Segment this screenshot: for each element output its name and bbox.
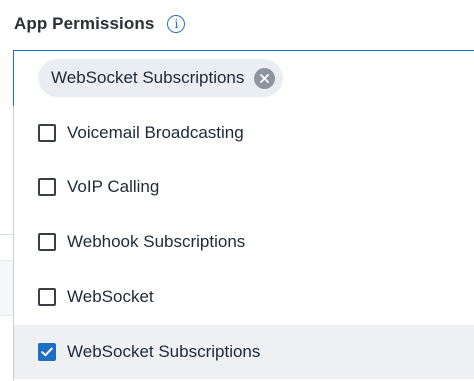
option-voicemail-broadcasting[interactable]: Voicemail Broadcasting	[14, 106, 474, 160]
x-glyph	[260, 73, 270, 83]
checkbox-unchecked-icon[interactable]	[38, 178, 56, 196]
option-webhook-subscriptions[interactable]: Webhook Subscriptions	[14, 215, 474, 269]
background-field	[0, 260, 14, 316]
checkbox-unchecked-icon[interactable]	[38, 124, 56, 142]
permissions-multiselect[interactable]: WebSocket Subscriptions	[13, 50, 474, 106]
option-label: Voicemail Broadcasting	[67, 123, 244, 142]
option-websocket-subscriptions[interactable]: WebSocket Subscriptions	[14, 325, 474, 379]
checkbox-unchecked-icon[interactable]	[38, 288, 56, 306]
chip-label: WebSocket Subscriptions	[51, 68, 245, 87]
option-label: WebSocket Subscriptions	[67, 342, 261, 361]
option-voip-calling[interactable]: VoIP Calling	[14, 160, 474, 214]
checkbox-unchecked-icon[interactable]	[38, 233, 56, 251]
field-header: App Permissions i	[14, 12, 186, 36]
option-label: WebSocket	[67, 287, 154, 306]
info-icon[interactable]: i	[167, 15, 186, 33]
checkbox-checked-icon[interactable]	[38, 343, 56, 361]
option-websocket[interactable]: WebSocket	[14, 270, 474, 324]
background-divider	[0, 234, 14, 235]
checkmark-icon	[41, 347, 53, 357]
selected-chip: WebSocket Subscriptions	[38, 59, 284, 97]
option-label: Webhook Subscriptions	[67, 232, 246, 251]
option-label: VoIP Calling	[67, 177, 160, 196]
options-dropdown: Voicemail Broadcasting VoIP Calling Webh…	[13, 106, 474, 381]
field-title: App Permissions	[14, 14, 155, 33]
close-circle-icon[interactable]	[254, 67, 276, 89]
